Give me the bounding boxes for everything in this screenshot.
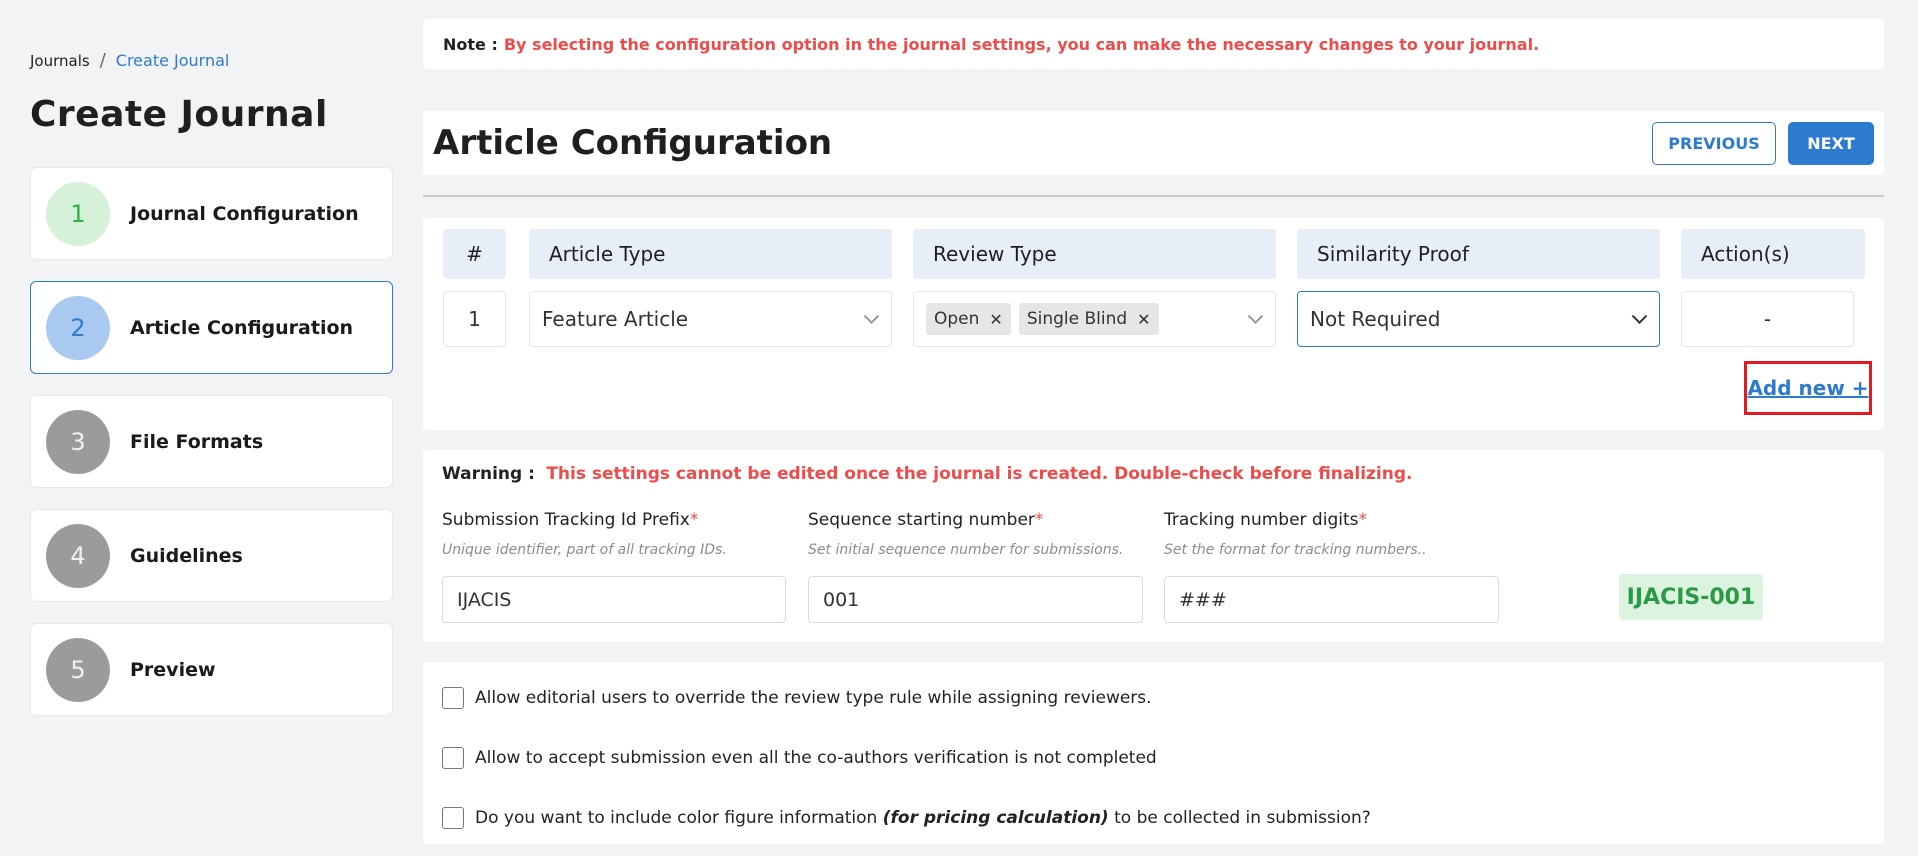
step-label: Guidelines — [130, 544, 243, 567]
step-number-badge: 4 — [46, 523, 110, 588]
step-label: File Formats — [130, 430, 264, 453]
prefix-label: Submission Tracking Id Prefix* — [442, 510, 786, 530]
sequence-help: Set initial sequence number for submissi… — [808, 542, 1124, 558]
sidebar: Journals / Create Journal Create Journal… — [0, 0, 408, 856]
required-mark: * — [1034, 510, 1044, 530]
previous-button[interactable]: PREVIOUS — [1652, 121, 1776, 165]
step-label: Journal Configuration — [130, 202, 359, 225]
header-review-type: Review Type — [913, 229, 1276, 279]
article-type-table: # Article Type Review Type Similarity Pr… — [423, 218, 1884, 430]
note-text: By selecting the configuration option in… — [503, 34, 1540, 54]
prefix-help: Unique identifier, part of all tracking … — [442, 542, 727, 558]
step-article-configuration[interactable]: 2 Article Configuration — [30, 281, 393, 374]
tracking-id-preview-badge: IJACIS-001 — [1619, 574, 1763, 620]
header-actions: Action(s) — [1681, 229, 1865, 279]
prefix-label-text: Submission Tracking Id Prefix — [442, 510, 690, 530]
step-preview[interactable]: 5 Preview — [30, 623, 393, 716]
sequence-field-group: Sequence starting number* Set initial se… — [808, 510, 1143, 623]
step-label: Article Configuration — [130, 316, 354, 339]
color-figure-checkbox[interactable] — [442, 807, 464, 829]
chip-label: Single Blind — [1026, 309, 1128, 329]
remove-chip-icon[interactable]: ✕ — [1137, 310, 1150, 329]
note-banner: Note : By selecting the configuration op… — [423, 19, 1884, 69]
warning-label: Warning : — [442, 464, 535, 484]
article-type-value: Feature Article — [542, 307, 689, 331]
sequence-input[interactable]: 001 — [808, 576, 1143, 623]
nav-buttons: PREVIOUS NEXT — [1652, 121, 1874, 165]
row-action: - — [1681, 291, 1854, 347]
row-index: 1 — [443, 291, 506, 347]
header-article-type: Article Type — [529, 229, 892, 279]
option-color-figure: Do you want to include color figure info… — [442, 807, 1371, 829]
step-label: Preview — [130, 658, 216, 681]
add-new-link[interactable]: Add new + — [1744, 361, 1872, 415]
sequence-label: Sequence starting number* — [808, 510, 1143, 530]
divider — [423, 195, 1884, 197]
option-label-pre: Do you want to include color figure info… — [475, 808, 878, 828]
required-mark: * — [1358, 510, 1367, 530]
digits-label: Tracking number digits* — [1164, 510, 1499, 530]
vertical-scrollbar[interactable] — [1901, 0, 1918, 856]
chip-label: Open — [934, 309, 980, 329]
chevron-down-icon — [863, 308, 880, 325]
header-similarity-proof: Similarity Proof — [1297, 229, 1660, 279]
chevron-down-icon — [1247, 308, 1264, 325]
review-chip-single-blind: Single Blind ✕ — [1018, 303, 1159, 335]
step-number-badge: 3 — [46, 409, 110, 474]
option-label: Allow to accept submission even all the … — [475, 748, 1157, 768]
breadcrumb-separator: / — [99, 50, 106, 71]
header-index: # — [443, 229, 506, 279]
digits-input[interactable]: ### — [1164, 576, 1499, 623]
step-number-badge: 5 — [46, 637, 110, 702]
breadcrumb: Journals / Create Journal — [30, 50, 229, 71]
breadcrumb-current[interactable]: Create Journal — [116, 51, 230, 70]
section-header: Article Configuration PREVIOUS NEXT — [423, 111, 1884, 175]
similarity-proof-select[interactable]: Not Required — [1297, 291, 1660, 347]
review-chip-open: Open ✕ — [926, 303, 1011, 335]
override-review-checkbox[interactable] — [442, 687, 464, 709]
sequence-label-text: Sequence starting number — [808, 510, 1035, 530]
step-journal-configuration[interactable]: 1 Journal Configuration — [30, 167, 393, 260]
similarity-proof-value: Not Required — [1310, 307, 1441, 331]
chevron-down-icon — [1631, 308, 1648, 325]
option-accept-submission: Allow to accept submission even all the … — [442, 747, 1157, 769]
required-mark: * — [689, 510, 699, 530]
article-type-select[interactable]: Feature Article — [529, 291, 892, 347]
digits-field-group: Tracking number digits* Set the format f… — [1164, 510, 1499, 623]
option-label-post: to be collected in submission? — [1114, 808, 1371, 828]
prefix-field-group: Submission Tracking Id Prefix* Unique id… — [442, 510, 786, 623]
digits-label-text: Tracking number digits — [1164, 510, 1359, 530]
step-number-badge: 2 — [46, 295, 110, 360]
review-type-multiselect[interactable]: Open ✕ Single Blind ✕ — [913, 291, 1276, 347]
next-button[interactable]: NEXT — [1788, 121, 1874, 165]
page-title: Create Journal — [30, 94, 328, 135]
accept-submission-checkbox[interactable] — [442, 747, 464, 769]
tracking-settings: Warning : This settings cannot be edited… — [423, 450, 1884, 642]
stepper: 1 Journal Configuration 2 Article Config… — [30, 167, 393, 737]
main-content: Note : By selecting the configuration op… — [423, 19, 1884, 844]
remove-chip-icon[interactable]: ✕ — [989, 310, 1002, 329]
step-guidelines[interactable]: 4 Guidelines — [30, 509, 393, 602]
step-file-formats[interactable]: 3 File Formats — [30, 395, 393, 488]
prefix-input[interactable]: IJACIS — [442, 576, 786, 623]
warning-banner: Warning : This settings cannot be edited… — [442, 464, 1413, 484]
section-title: Article Configuration — [433, 123, 833, 163]
note-label: Note : — [443, 34, 498, 54]
option-label-emphasis: (for pricing calculation) — [882, 808, 1109, 828]
breadcrumb-journals-link[interactable]: Journals — [30, 52, 90, 70]
option-override-review: Allow editorial users to override the re… — [442, 687, 1152, 709]
options-panel: Allow editorial users to override the re… — [423, 662, 1884, 844]
warning-text: This settings cannot be edited once the … — [546, 464, 1413, 484]
option-label: Allow editorial users to override the re… — [475, 688, 1152, 708]
digits-help: Set the format for tracking numbers.. — [1164, 542, 1427, 558]
step-number-badge: 1 — [46, 181, 110, 246]
